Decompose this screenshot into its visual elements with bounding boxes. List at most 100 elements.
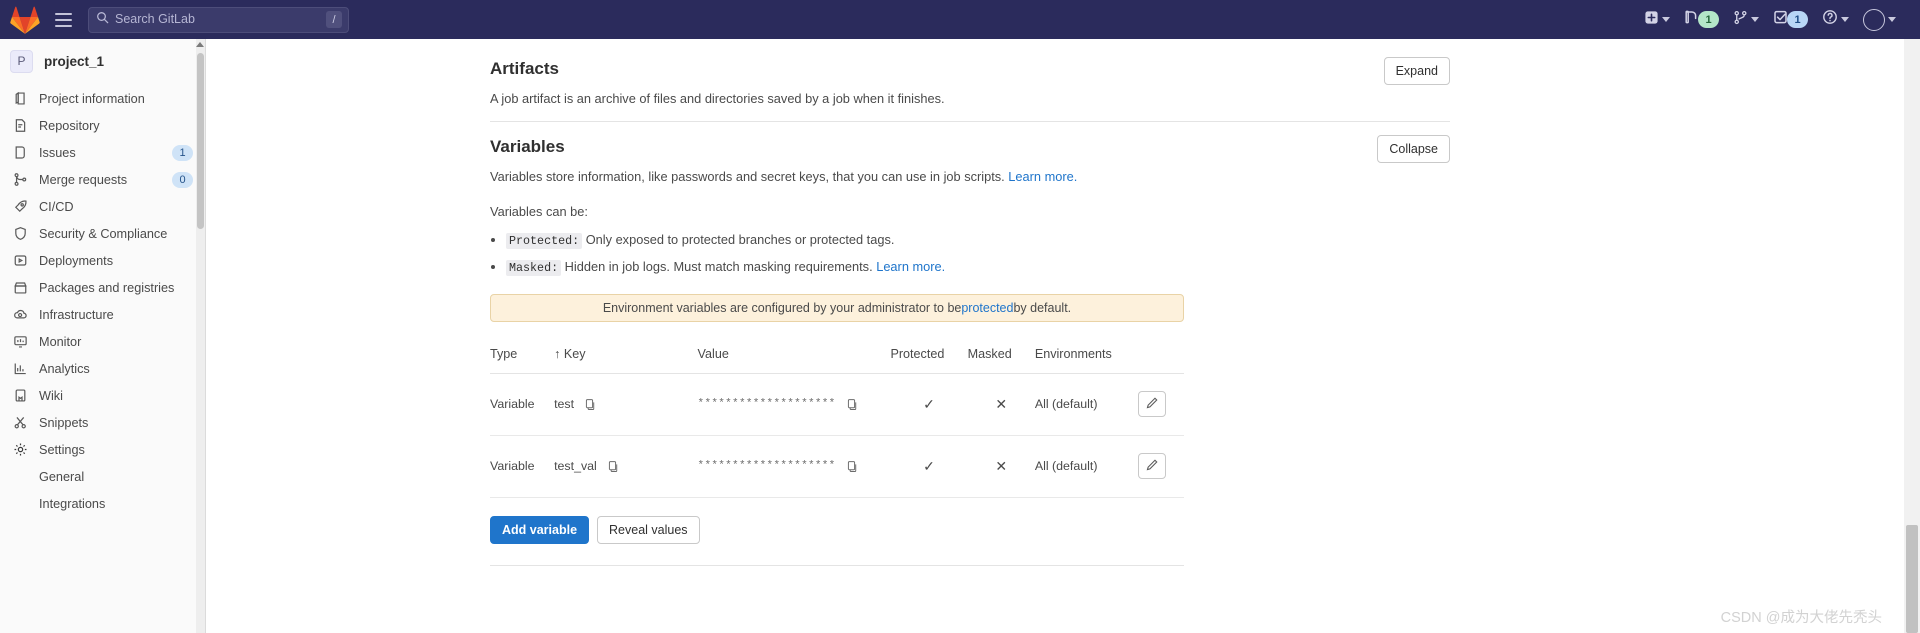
variables-collapse-button[interactable]: Collapse xyxy=(1377,135,1450,164)
admin-protected-alert: Environment variables are configured by … xyxy=(490,294,1184,323)
sidebar-item-monitor[interactable]: Monitor xyxy=(0,328,205,355)
close-icon: ✕ xyxy=(995,457,1008,474)
sidebar-scrollbar-thumb[interactable] xyxy=(197,53,204,229)
copy-key-icon[interactable] xyxy=(606,460,619,473)
sidebar-nav-list: Project information Repository Issues 1 xyxy=(0,83,205,517)
cell-environments: All (default) xyxy=(1034,373,1138,437)
user-menu[interactable] xyxy=(1857,5,1902,35)
sidebar-item-label: Merge requests xyxy=(39,172,128,187)
sidebar-item-infrastructure[interactable]: Infrastructure xyxy=(0,301,205,328)
project-avatar: P xyxy=(10,49,33,73)
copy-value-icon[interactable] xyxy=(845,398,858,411)
gitlab-logo-icon[interactable] xyxy=(10,6,40,34)
section-divider xyxy=(490,565,1184,567)
merge-requests-count-badge: 1 xyxy=(1698,11,1719,28)
alert-protected-link[interactable]: protected xyxy=(961,301,1013,315)
table-row: Variable test_val ******************** ✓… xyxy=(490,435,1184,499)
sidebar-item-settings[interactable]: Settings xyxy=(0,436,205,463)
variable-value-masked: ******************** xyxy=(697,460,836,473)
cell-masked: ✕ xyxy=(967,435,1035,499)
help-menu[interactable] xyxy=(1816,5,1855,35)
package-icon xyxy=(13,280,30,295)
hamburger-menu-icon[interactable] xyxy=(50,7,76,33)
sidebar-item-label: Repository xyxy=(39,118,100,133)
variable-key-text: test_val xyxy=(554,459,597,474)
shield-icon xyxy=(13,226,30,241)
artifacts-expand-button[interactable]: Expand xyxy=(1383,57,1450,86)
variables-table: Type ↑ Key Value Protected Masked Enviro… xyxy=(490,347,1184,499)
sidebar-item-repository[interactable]: Repository xyxy=(0,112,205,139)
sidebar-item-label: Infrastructure xyxy=(39,307,114,322)
page-scrollbar-thumb[interactable] xyxy=(1906,525,1918,633)
alert-text-after: by default. xyxy=(1013,301,1072,316)
sidebar-item-label: Issues xyxy=(39,145,76,160)
watermark: CSDN @成为大佬先秃头 xyxy=(1720,610,1882,626)
wiki-icon xyxy=(13,388,30,403)
sidebar-item-wiki[interactable]: Wiki xyxy=(0,382,205,409)
variables-table-head: Type ↑ Key Value Protected Masked Enviro… xyxy=(490,347,1184,375)
sidebar-subitem-label: General xyxy=(39,469,85,484)
artifacts-description: A job artifact is an archive of files an… xyxy=(490,91,945,106)
main-content: Artifacts A job artifact is an archive o… xyxy=(206,39,1912,633)
create-new-menu[interactable] xyxy=(1638,5,1676,35)
issues-menu[interactable] xyxy=(1727,5,1765,35)
reveal-values-button[interactable]: Reveal values xyxy=(597,516,700,545)
sidebar-subitem-integrations[interactable]: Integrations xyxy=(0,490,205,517)
sidebar-scrollbar[interactable] xyxy=(196,39,205,633)
variables-learn-more-link[interactable]: Learn more. xyxy=(1008,169,1077,184)
sidebar-item-label: Analytics xyxy=(39,361,90,376)
cell-protected: ✓ xyxy=(890,373,968,437)
sidebar-item-badge: 1 xyxy=(172,144,193,161)
column-header-type: Type xyxy=(490,347,547,375)
sidebar-item-merge-requests[interactable]: Merge requests 0 xyxy=(0,166,205,193)
sidebar-item-project-information[interactable]: Project information xyxy=(0,85,205,112)
cell-value: ******************** xyxy=(697,435,891,499)
gitlab-page: Search GitLab / 1 1 P project_1 Project … xyxy=(0,0,1920,633)
page-scrollbar[interactable] xyxy=(1904,39,1920,633)
masked-learn-more-link[interactable]: Learn more. xyxy=(876,259,945,274)
column-header-protected: Protected xyxy=(890,347,968,375)
sidebar-subitem-general[interactable]: General xyxy=(0,463,205,490)
sidebar-item-analytics[interactable]: Analytics xyxy=(0,355,205,382)
chevron-down-icon xyxy=(1751,17,1759,22)
variables-can-be-label: Variables can be: xyxy=(490,204,588,220)
top-navbar: Search GitLab / 1 1 xyxy=(0,0,1920,39)
masked-keyword: Masked: xyxy=(506,259,562,276)
sidebar-item-snippets[interactable]: Snippets xyxy=(0,409,205,436)
search-input[interactable]: Search GitLab / xyxy=(88,6,349,33)
sidebar-item-label: Packages and registries xyxy=(39,280,175,295)
sidebar-subitem-label: Integrations xyxy=(39,496,106,511)
navbar-right-group: 1 1 xyxy=(1638,0,1902,39)
snippets-icon xyxy=(13,415,30,430)
edit-variable-button[interactable] xyxy=(1137,453,1166,480)
scroll-up-arrow-icon[interactable] xyxy=(196,42,204,47)
sidebar-item-security-compliance[interactable]: Security & Compliance xyxy=(0,220,205,247)
repository-icon xyxy=(13,118,30,133)
sidebar-item-deployments[interactable]: Deployments xyxy=(0,247,205,274)
edit-variable-button[interactable] xyxy=(1137,391,1166,418)
sidebar-item-issues[interactable]: Issues 1 xyxy=(0,139,205,166)
analytics-icon xyxy=(13,361,30,376)
search-icon xyxy=(96,11,109,29)
sidebar-project-header[interactable]: P project_1 xyxy=(0,39,205,83)
sidebar-item-ci-cd[interactable]: CI/CD xyxy=(0,193,205,220)
close-icon: ✕ xyxy=(995,395,1008,412)
variables-actions: Add variable Reveal values xyxy=(490,516,1450,545)
variables-description: Variables store information, like passwo… xyxy=(490,167,1450,186)
rocket-icon xyxy=(13,199,30,214)
protected-keyword: Protected: xyxy=(506,233,583,250)
variables-title: Variables xyxy=(490,137,565,157)
column-header-key[interactable]: ↑ Key xyxy=(546,347,698,375)
copy-key-icon[interactable] xyxy=(583,398,596,411)
pencil-icon xyxy=(1145,458,1159,475)
artifacts-toggle-wrapper: Expand xyxy=(1383,57,1450,86)
search-shortcut-badge: / xyxy=(326,11,342,28)
add-variable-button[interactable]: Add variable xyxy=(490,516,590,545)
copy-value-icon[interactable] xyxy=(845,460,858,473)
sidebar-item-packages-and-registries[interactable]: Packages and registries xyxy=(0,274,205,301)
merge-requests-menu[interactable]: 1 xyxy=(1678,5,1725,35)
todos-menu[interactable]: 1 xyxy=(1767,5,1814,35)
search-placeholder: Search GitLab xyxy=(115,13,195,26)
sidebar-item-badge: 0 xyxy=(172,171,193,188)
masked-description: Hidden in job logs. Must match masking r… xyxy=(561,258,877,274)
